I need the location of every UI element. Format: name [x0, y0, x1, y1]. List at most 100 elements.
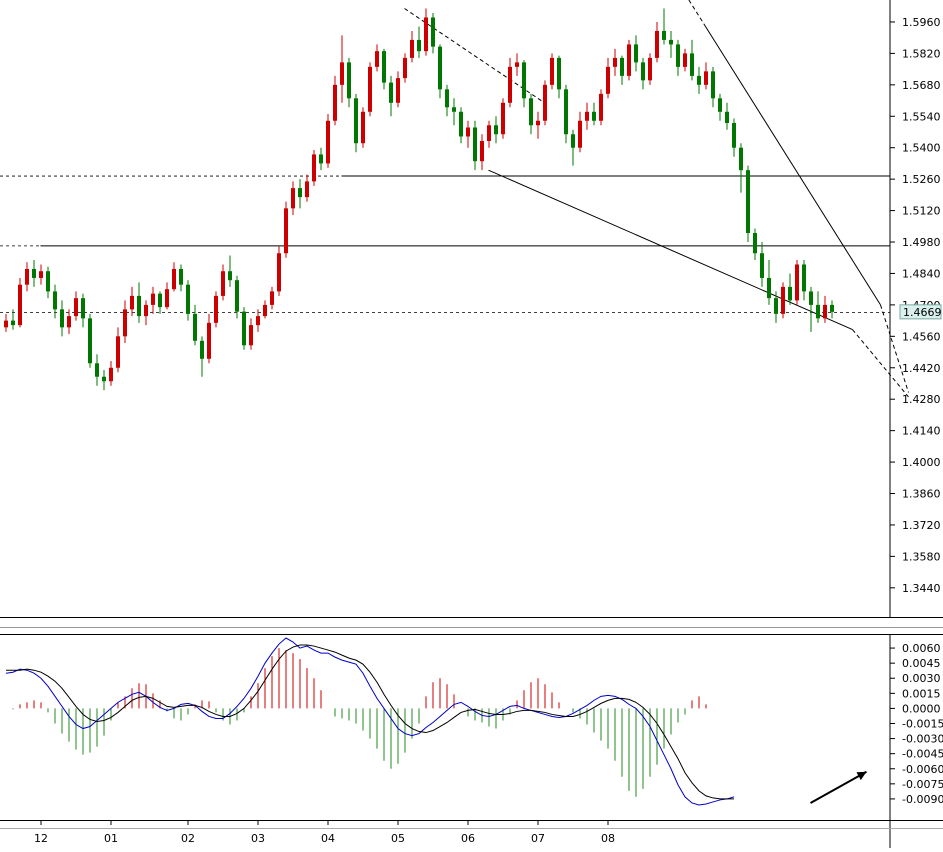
price-tick-label: 1.5680 — [902, 79, 941, 92]
price-tick-label: 1.5960 — [902, 16, 941, 29]
candle-down — [60, 309, 64, 328]
candle-down — [102, 376, 106, 382]
candle-down — [760, 253, 764, 278]
candle-up — [249, 325, 253, 346]
candle-up — [214, 295, 218, 323]
candle-up — [270, 291, 274, 305]
candle-down — [788, 286, 792, 301]
candle-up — [263, 304, 267, 317]
price-tick-label: 1.4000 — [902, 456, 941, 469]
candle-down — [634, 44, 638, 63]
candle-down — [802, 264, 806, 292]
price-tick-label: 1.5260 — [902, 173, 941, 186]
candle-down — [235, 280, 239, 312]
candle-up — [74, 298, 78, 317]
candle-down — [718, 98, 722, 112]
time-tick-label: 01 — [104, 832, 118, 845]
candle-down — [830, 304, 834, 312]
candle-down — [564, 89, 568, 135]
price-tick-label: 1.4140 — [902, 425, 941, 438]
time-tick-label: 07 — [531, 832, 545, 845]
macd-tick-label: -0.0030 — [902, 733, 943, 746]
price-tick-label: 1.5540 — [902, 110, 941, 123]
price-tick-label: 1.3580 — [902, 550, 941, 563]
candle-up — [515, 62, 519, 67]
candle-up — [326, 120, 330, 164]
candle-up — [130, 295, 134, 310]
time-tick-label: 03 — [251, 832, 265, 845]
candle-up — [466, 127, 470, 137]
candle-down — [473, 127, 477, 162]
macd-tick-label: -0.0060 — [902, 763, 943, 776]
candle-down — [137, 295, 141, 317]
candle-down — [620, 57, 624, 76]
candle-down — [179, 268, 183, 285]
candle-up — [585, 111, 589, 121]
candle-down — [32, 268, 36, 278]
candle-down — [53, 291, 57, 310]
candle-down — [46, 271, 50, 292]
candle-up — [648, 57, 652, 81]
price-tick-label: 1.4420 — [902, 362, 941, 375]
candle-up — [333, 84, 337, 121]
candle-up — [291, 188, 295, 209]
candle-up — [25, 268, 29, 285]
candle-up — [39, 271, 43, 278]
candle-down — [95, 363, 99, 377]
candle-down — [662, 30, 666, 40]
candle-up — [613, 57, 617, 67]
candle-up — [683, 53, 687, 67]
macd-tick-label: 0.0015 — [902, 687, 941, 700]
candle-down — [641, 62, 645, 81]
price-tick-label: 1.3720 — [902, 519, 941, 532]
candle-down — [557, 57, 561, 90]
candle-down — [522, 62, 526, 99]
candle-up — [627, 44, 631, 76]
candle-down — [753, 233, 757, 254]
candle-up — [823, 304, 827, 319]
candle-up — [578, 120, 582, 148]
candle-up — [536, 120, 540, 126]
candle-up — [606, 66, 610, 94]
chart-background — [0, 0, 943, 848]
price-tick-label: 1.4280 — [902, 393, 941, 406]
candle-up — [508, 66, 512, 103]
price-tick-label: 1.4980 — [902, 236, 941, 249]
candle-down — [732, 123, 736, 148]
candle-up — [403, 57, 407, 79]
candle-up — [501, 102, 505, 135]
candle-down — [459, 111, 463, 137]
candle-up — [312, 154, 316, 182]
candle-up — [172, 268, 176, 290]
time-tick-label: 12 — [34, 832, 48, 845]
macd-tick-label: -0.0015 — [902, 717, 943, 730]
time-tick-label: 04 — [321, 832, 335, 845]
candle-up — [550, 57, 554, 85]
candle-down — [389, 82, 393, 103]
candle-down — [438, 46, 442, 90]
candle-up — [480, 140, 484, 162]
candle-up — [151, 293, 155, 305]
candle-up — [221, 271, 225, 296]
candle-down — [494, 125, 498, 135]
candle-up — [781, 286, 785, 314]
candle-up — [116, 336, 120, 368]
candle-down — [592, 111, 596, 121]
candle-up — [256, 316, 260, 326]
price-tick-label: 1.5400 — [902, 142, 941, 155]
candle-down — [767, 277, 771, 299]
candle-down — [809, 291, 813, 305]
macd-tick-label: -0.0045 — [902, 748, 943, 761]
candle-up — [375, 51, 379, 67]
candle-down — [571, 134, 575, 148]
price-tick-label: 1.5120 — [902, 205, 941, 218]
candle-down — [725, 111, 729, 124]
candle-down — [298, 188, 302, 198]
candle-down — [676, 44, 680, 67]
macd-tick-label: 0.0045 — [902, 657, 941, 670]
candle-up — [109, 367, 113, 382]
price-tick-label: 1.5820 — [902, 47, 941, 60]
candle-down — [81, 298, 85, 319]
candle-up — [655, 30, 659, 58]
candle-down — [452, 107, 456, 112]
